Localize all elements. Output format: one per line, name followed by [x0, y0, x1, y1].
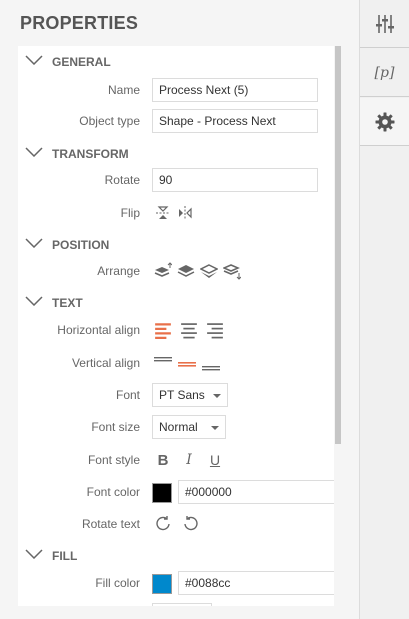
parameters-icon: [p] [374, 64, 395, 81]
font-style-row: Font style B I U [18, 448, 334, 474]
properties-scroll-area[interactable]: GENERAL Name Process Next (5) Object typ… [18, 46, 334, 606]
font-label: Font [115, 388, 140, 402]
italic-button[interactable]: I [180, 452, 198, 468]
send-backward-icon[interactable] [200, 262, 218, 280]
section-transform-label: TRANSFORM [52, 147, 129, 161]
send-to-back-icon[interactable] [223, 262, 241, 280]
align-left-icon[interactable] [154, 321, 172, 339]
bring-forward-icon[interactable] [177, 262, 195, 280]
font-style-label: Font style [87, 453, 140, 467]
tab-settings[interactable] [360, 98, 409, 146]
chevron-down-icon [25, 147, 43, 157]
arrange-row: Arrange [18, 259, 334, 285]
align-center-icon[interactable] [180, 321, 198, 339]
font-row: Font PT Sans [18, 383, 334, 409]
font-color-row: Font color #000000 [18, 480, 334, 506]
section-transform-header[interactable]: TRANSFORM [18, 142, 334, 164]
chevron-down-icon [25, 549, 43, 559]
section-position-label: POSITION [52, 238, 110, 252]
fill-color-row: Fill color #0088cc [18, 571, 334, 597]
vertical-align-label: Vertical align [71, 356, 140, 370]
section-general-label: GENERAL [52, 55, 111, 69]
horizontal-align-label: Horizontal align [57, 323, 140, 337]
font-size-select[interactable]: Normal [152, 415, 226, 439]
fill-color-swatch[interactable] [152, 574, 172, 594]
name-label: Name [107, 83, 140, 97]
sliders-icon [375, 14, 394, 33]
bring-to-front-icon[interactable] [154, 262, 172, 280]
align-bottom-icon[interactable] [202, 354, 220, 372]
flip-horizontal-icon[interactable] [176, 204, 194, 222]
font-select-value: PT Sans [159, 388, 205, 402]
flip-row: Flip [18, 201, 334, 227]
name-row: Name Process Next (5) [18, 78, 334, 104]
section-fill-header[interactable]: FILL [18, 544, 334, 566]
object-type-label: Object type [79, 114, 140, 128]
section-position-header[interactable]: POSITION [18, 233, 334, 255]
chevron-down-icon [25, 238, 43, 248]
font-select[interactable]: PT Sans [152, 383, 228, 407]
tab-adjustments[interactable] [360, 0, 409, 48]
object-type-field: Shape - Process Next [152, 109, 318, 133]
align-middle-icon[interactable] [178, 354, 196, 372]
rotate-counterclockwise-icon[interactable] [182, 515, 200, 533]
caret-down-icon [213, 394, 221, 398]
fill-color-label: Fill color [95, 576, 140, 590]
arrange-label: Arrange [97, 264, 140, 278]
object-type-row: Object type Shape - Process Next [18, 109, 334, 135]
rotate-text-label: Rotate text [81, 517, 140, 531]
font-size-row: Font size Normal [18, 415, 334, 441]
font-size-select-value: Normal [159, 420, 198, 434]
name-input[interactable]: Process Next (5) [152, 78, 318, 102]
chevron-down-icon [25, 296, 43, 306]
caret-down-icon [211, 426, 219, 430]
rotate-clockwise-icon[interactable] [154, 515, 172, 533]
chevron-down-icon [25, 55, 43, 65]
section-text-header[interactable]: TEXT [18, 291, 334, 313]
font-color-swatch[interactable] [152, 483, 172, 503]
tab-parameters[interactable]: [p] [360, 49, 409, 97]
section-text-label: TEXT [52, 296, 83, 310]
horizontal-align-row: Horizontal align [18, 318, 334, 344]
section-general-header[interactable]: GENERAL [18, 50, 334, 72]
flip-vertical-icon[interactable] [154, 204, 172, 222]
flip-label: Flip [120, 206, 140, 220]
align-top-icon[interactable] [154, 354, 172, 372]
horizontal-scrollbar[interactable] [18, 606, 334, 614]
rotate-text-row: Rotate text [18, 512, 334, 538]
rotate-input[interactable]: 90 [152, 168, 318, 192]
scrollbar-thumb[interactable] [335, 46, 341, 444]
vertical-scrollbar[interactable] [334, 46, 342, 606]
font-color-input[interactable]: #000000 [178, 480, 334, 504]
section-fill-label: FILL [52, 549, 78, 563]
side-tabs: [p] [360, 0, 409, 619]
align-right-icon[interactable] [206, 321, 224, 339]
properties-panel: PROPERTIES GENERAL Name Process Next (5)… [0, 0, 360, 619]
panel-title: PROPERTIES [20, 13, 139, 33]
font-size-label: Font size [91, 420, 140, 434]
rotate-label: Rotate [104, 173, 140, 187]
rotate-row: Rotate 90 [18, 168, 334, 194]
underline-button[interactable]: U [206, 452, 224, 468]
vertical-align-row: Vertical align [18, 351, 334, 377]
bold-button[interactable]: B [154, 452, 172, 469]
gear-icon [375, 112, 394, 131]
fill-color-input[interactable]: #0088cc [178, 571, 334, 595]
font-color-label: Font color [86, 485, 140, 499]
